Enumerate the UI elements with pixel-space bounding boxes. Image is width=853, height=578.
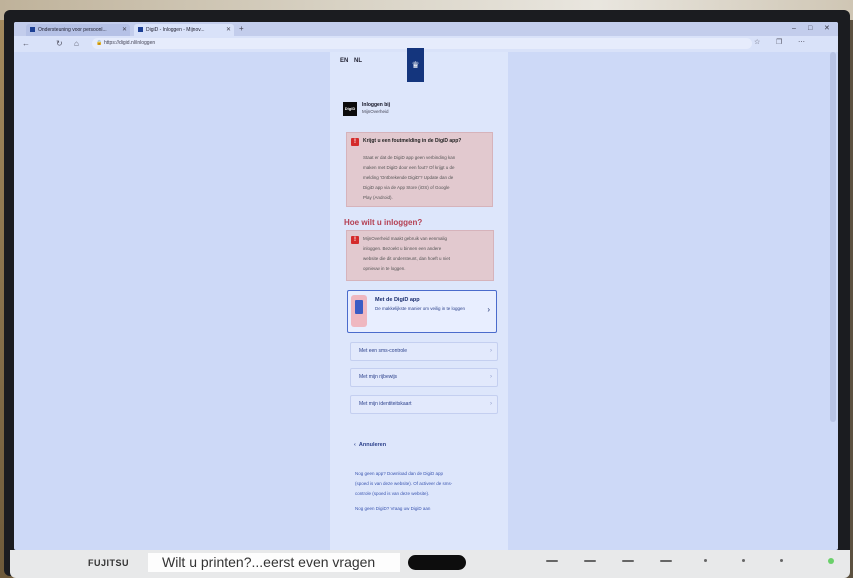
monitor-button[interactable] (584, 560, 596, 562)
maximize-icon[interactable]: □ (808, 22, 812, 36)
rijksoverheid-logo: ♛ (407, 48, 424, 82)
notice-line: inloggen. Bezoekt u binnen een andere (363, 246, 442, 251)
error-notice-app: ! Krijgt u een foutmelding in de DigiD a… (346, 132, 493, 207)
notice-title: Krijgt u een foutmelding in de DigiD app… (363, 138, 462, 144)
monitor-button[interactable] (742, 559, 745, 562)
monitor-button[interactable] (780, 559, 783, 562)
login-target-subtitle: MijnOverheid (362, 109, 389, 114)
notice-line: Play (Android). (363, 195, 393, 200)
notice-line: MijnOverheid maakt gebruik van eenmalig (363, 236, 448, 241)
chevron-right-icon: › (487, 305, 490, 314)
collections-icon[interactable]: ❐ (776, 38, 782, 46)
printer-sticker: Wilt u printen?...eerst even vragen (148, 553, 400, 572)
chevron-right-icon: › (490, 374, 492, 380)
minimize-icon[interactable]: – (792, 22, 796, 36)
power-led (828, 558, 834, 564)
brand-label: FUJITSU (88, 558, 130, 568)
footer-link-request-digid[interactable]: Nog geen DigiD? Vraag uw DigiD aan (355, 504, 490, 514)
warning-icon: ! (351, 138, 359, 146)
notice-line: opnieuw in te loggen. (363, 266, 406, 271)
notice-line: DigiD app via de App Store (iOS) of Goog… (363, 185, 450, 190)
cancel-link[interactable]: ‹ Annuleren (354, 442, 386, 448)
tab-ondersteuning[interactable]: Ondersteuning voor persoonl... ✕ (26, 24, 130, 36)
browser-toolbar: ← ↻ ⌂ 🔒 https://digid.nl/inloggen ☆ ❐ ⋯ (14, 36, 838, 52)
monitor-button[interactable] (660, 560, 672, 562)
option-label: Met mijn identiteitskaart (359, 401, 412, 407)
logo-crest-icon: ♛ (411, 60, 420, 70)
refresh-icon[interactable]: ↻ (56, 38, 63, 50)
page-heading: Hoe wilt u inloggen? (344, 218, 423, 227)
footer-line[interactable]: Nog geen app? Download dan de DigiD app (355, 469, 490, 479)
footer-line: controle (spoed is van deze website). (355, 491, 430, 496)
notice-line: melding 'Ontbrekende DigiD'? Update dan … (363, 175, 454, 180)
chevron-right-icon: › (490, 348, 492, 354)
menu-icon[interactable]: ⋯ (798, 38, 805, 46)
back-icon[interactable]: ← (22, 38, 30, 50)
notice-single-sign-on: ! MijnOverheid maakt gebruik van eenmali… (346, 230, 494, 281)
option-title: Met de DigiD app (375, 297, 420, 303)
warning-icon: ! (351, 236, 359, 244)
tab-label: Ondersteuning voor persoonl... (38, 27, 107, 33)
login-idkaart-button[interactable]: Met mijn identiteitskaart › (350, 395, 498, 414)
monitor-button[interactable] (622, 560, 634, 562)
favorite-icon[interactable]: ☆ (754, 38, 760, 46)
chevron-right-icon: › (490, 401, 492, 407)
lang-en-link[interactable]: EN (340, 58, 348, 64)
notice-line: Staat er dat de DigiD app geen verbindin… (363, 155, 456, 160)
page-scrollbar[interactable] (830, 52, 836, 422)
home-icon[interactable]: ⌂ (74, 38, 79, 50)
tab-favicon-icon (138, 27, 143, 32)
login-digid-app-button[interactable]: Met de DigiD app De makkelijkste manier … (347, 290, 497, 333)
notice-line: maken met DigiD door een fout? Of krijgt… (363, 165, 455, 170)
option-label: Met een sms-controle (359, 348, 408, 354)
tab-digid[interactable]: DigiD - Inloggen - Mijnov... ✕ (134, 24, 234, 36)
monitor-button[interactable] (546, 560, 558, 562)
phone-illustration-icon (351, 295, 367, 327)
browser-tab-bar: Ondersteuning voor persoonl... ✕ DigiD -… (14, 22, 838, 36)
login-sms-button[interactable]: Met een sms-controle › (350, 342, 498, 361)
notice-line: website die dit ondersteunt, dan hoeft u… (363, 256, 451, 261)
close-tab-icon[interactable]: ✕ (122, 24, 127, 36)
lang-nl-link[interactable]: NL (354, 58, 362, 64)
tab-label: DigiD - Inloggen - Mijnov... (146, 27, 205, 33)
footer-line: (spoed is van deze website). Of activeer… (355, 481, 453, 486)
chevron-left-icon: ‹ (354, 442, 356, 448)
login-target-title: Inloggen bij (362, 102, 391, 108)
option-description: De makkelijkste manier om veilig in te l… (375, 306, 466, 311)
monitor-button[interactable] (704, 559, 707, 562)
url-text: https://digid.nl/inloggen (104, 40, 156, 46)
digid-app-icon: DigiD (343, 102, 357, 116)
webcam (408, 555, 466, 570)
cancel-label: Annuleren (358, 442, 387, 448)
monitor-screen: Ondersteuning voor persoonl... ✕ DigiD -… (14, 22, 838, 550)
option-label: Met mijn rijbewijs (359, 374, 398, 380)
monitor-chin: FUJITSU Wilt u printen?...eerst even vra… (10, 550, 850, 578)
login-rijbewijs-button[interactable]: Met mijn rijbewijs › (350, 368, 498, 387)
tab-favicon-icon (30, 27, 35, 32)
close-window-icon[interactable]: ✕ (824, 22, 830, 36)
close-tab-icon[interactable]: ✕ (226, 24, 231, 36)
new-tab-icon[interactable]: + (239, 24, 244, 33)
lock-icon: 🔒 (96, 40, 103, 46)
